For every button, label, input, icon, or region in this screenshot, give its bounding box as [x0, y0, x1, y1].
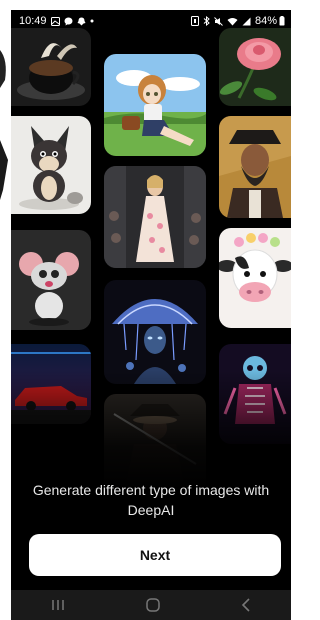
phone-screen: 10:49 84% Generate different type of ima…: [11, 10, 291, 620]
system-nav-bar: [11, 590, 291, 620]
coffee-cup-image: [11, 28, 91, 106]
signal-icon: [242, 17, 251, 26]
messenger-icon: [64, 17, 73, 26]
cartoon-mouse-image: [11, 230, 91, 330]
rose-image: [219, 28, 291, 106]
nfc-icon: [190, 16, 199, 26]
anime-girl-image: [104, 54, 206, 156]
gallery-icon: [50, 16, 60, 26]
cartoon-dog-image: [11, 116, 91, 214]
mute-icon: [214, 16, 223, 26]
home-icon[interactable]: [146, 598, 160, 612]
battery-percent: 84%: [254, 15, 277, 27]
background-edge: [0, 40, 11, 200]
status-time: 10:49: [19, 15, 47, 27]
cartoon-cow-image: [219, 228, 291, 328]
dot-icon: [90, 19, 94, 23]
battery-icon: [279, 16, 285, 26]
runway-model-image: [104, 166, 206, 268]
next-button[interactable]: Next: [29, 534, 281, 576]
pirate-image: [219, 116, 291, 218]
snapchat-icon: [77, 17, 86, 26]
bluetooth-icon: [203, 16, 210, 26]
onboarding-caption: Generate different type of images with D…: [32, 482, 270, 518]
jellyfish-woman-image: [104, 280, 206, 384]
back-icon[interactable]: [241, 598, 251, 612]
recent-apps-icon[interactable]: [51, 599, 65, 611]
status-bar: 10:49 84%: [11, 10, 291, 32]
wifi-icon: [227, 17, 238, 26]
